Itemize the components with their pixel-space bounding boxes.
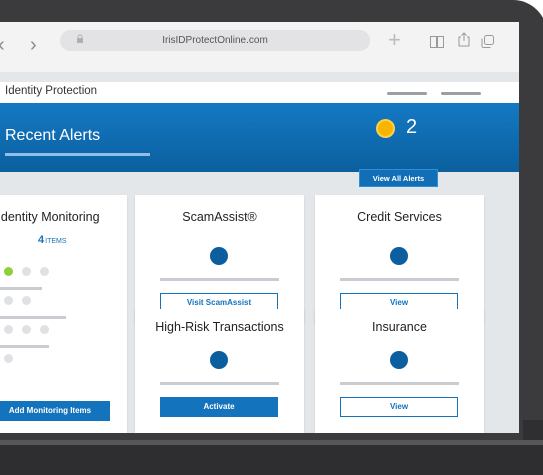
card-title: Insurance [372,320,427,334]
app-title: Identity Protection [5,85,98,97]
status-dot-icon [22,325,31,334]
item-line [0,287,42,290]
stage: ‹ › IrisIDProtectOnline.com + Identity P… [0,0,543,475]
url-text: IrisIDProtectOnline.com [162,35,268,46]
card-title: ScamAssist® [182,210,257,224]
view-all-alerts-button[interactable]: View All Alerts [359,169,438,187]
item-line [0,345,49,348]
item-line [0,316,66,319]
status-dot-icon [22,267,31,276]
card-line [160,278,279,281]
status-dot-icon [40,325,49,334]
monitoring-count-unit: ITEMS [45,238,67,245]
status-dot-icon [390,247,408,265]
add-monitoring-items-button[interactable]: Add Monitoring Items [0,401,110,421]
banner-title: Recent Alerts [5,127,101,144]
app-header: Identity Protection [0,82,519,103]
card-title: Credit Services [357,210,442,224]
credit-services-card: Credit Services View [315,195,484,323]
new-tab-icon[interactable]: + [388,27,401,53]
status-dot-icon [4,267,13,276]
tabs-icon[interactable] [481,35,494,48]
book-icon[interactable] [430,35,444,48]
card-title: High-Risk Transactions [155,320,284,334]
insurance-view-button[interactable]: View [340,397,458,417]
share-icon[interactable] [458,32,471,47]
card-line [340,278,459,281]
back-icon[interactable]: ‹ [0,35,5,55]
card-title: Identity Monitoring [0,210,100,224]
card-line [340,382,459,385]
card-line [160,382,279,385]
menu-bar-placeholder[interactable] [387,92,427,95]
banner-underline [5,153,150,156]
browser-toolbar: ‹ › IrisIDProtectOnline.com + [0,22,519,72]
recent-alerts-banner: Recent Alerts 2 [0,103,519,172]
scamassist-card: ScamAssist® Visit ScamAssist [135,195,304,323]
activate-button[interactable]: Activate [160,397,278,417]
status-dot-icon [4,325,13,334]
status-dot-icon [390,351,408,369]
laptop-base [0,445,543,475]
menu-bar-placeholder[interactable] [441,92,481,95]
monitoring-count-value: 4 [38,234,45,246]
screen: ‹ › IrisIDProtectOnline.com + Identity P… [0,22,519,433]
forward-icon[interactable]: › [30,35,37,55]
address-bar[interactable]: IrisIDProtectOnline.com [60,30,370,51]
alert-count: 2 [406,116,418,138]
status-dot-icon [4,296,13,305]
identity-monitoring-card: Identity Monitoring 4ITEMS Add Monitorin… [0,195,127,433]
status-dot-icon [210,351,228,369]
alert-indicator-icon [376,119,395,138]
insurance-card: Insurance View [315,309,484,433]
monitoring-count: 4ITEMS [38,234,67,246]
status-dot-icon [4,354,13,363]
status-dot-icon [40,267,49,276]
status-dot-icon [210,247,228,265]
status-dot-icon [22,296,31,305]
high-risk-transactions-card: High-Risk Transactions Activate [135,309,304,433]
